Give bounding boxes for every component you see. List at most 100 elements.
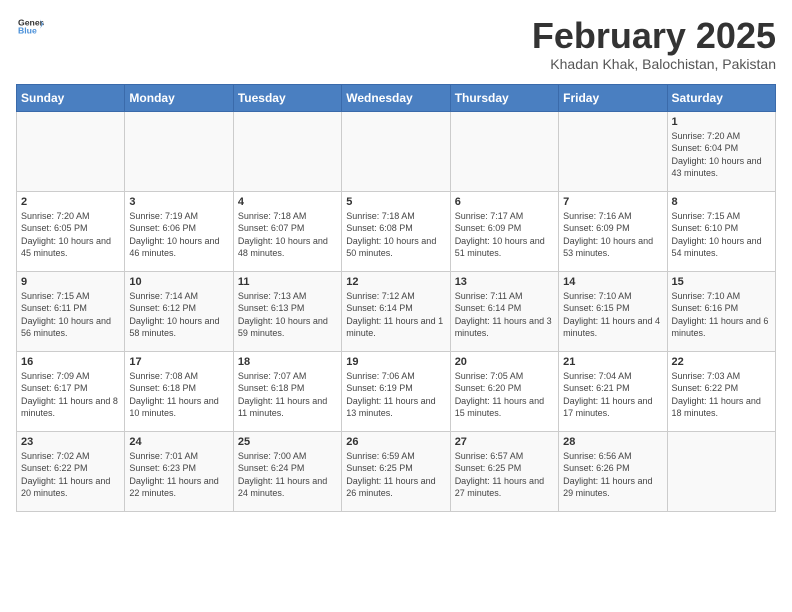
table-row: 10 Sunrise: 7:14 AM Sunset: 6:12 PM Dayli… — [125, 271, 233, 351]
day-info: Sunrise: 6:59 AM Sunset: 6:25 PM Dayligh… — [346, 450, 445, 500]
table-row: 17 Sunrise: 7:08 AM Sunset: 6:18 PM Dayli… — [125, 351, 233, 431]
day-number: 15 — [672, 276, 771, 288]
day-info: Sunrise: 7:17 AM Sunset: 6:09 PM Dayligh… — [455, 210, 554, 260]
day-info: Sunrise: 7:02 AM Sunset: 6:22 PM Dayligh… — [21, 450, 120, 500]
day-info: Sunrise: 7:20 AM Sunset: 6:05 PM Dayligh… — [21, 210, 120, 260]
day-info: Sunrise: 7:15 AM Sunset: 6:11 PM Dayligh… — [21, 290, 120, 340]
calendar-week-row: 23 Sunrise: 7:02 AM Sunset: 6:22 PM Dayli… — [17, 431, 776, 511]
day-number: 6 — [455, 196, 554, 208]
table-row: 20Sunrise: 7:05 AM Sunset: 6:20 PM Dayli… — [450, 351, 558, 431]
table-row: 14 Sunrise: 7:10 AM Sunset: 6:15 PM Dayli… — [559, 271, 667, 351]
table-row: 11 Sunrise: 7:13 AM Sunset: 6:13 PM Dayli… — [233, 271, 341, 351]
day-info: Sunrise: 7:12 AM Sunset: 6:14 PM Dayligh… — [346, 290, 445, 340]
day-number: 11 — [238, 276, 337, 288]
table-row: 9 Sunrise: 7:15 AM Sunset: 6:11 PM Daylig… — [17, 271, 125, 351]
day-info: Sunrise: 7:11 AM Sunset: 6:14 PM Dayligh… — [455, 290, 554, 340]
logo: General Blue — [16, 16, 44, 36]
table-row: 28 Sunrise: 6:56 AM Sunset: 6:26 PM Dayli… — [559, 431, 667, 511]
day-number: 24 — [129, 436, 228, 448]
table-row: 12 Sunrise: 7:12 AM Sunset: 6:14 PM Dayli… — [342, 271, 450, 351]
col-sunday: Sunday — [17, 84, 125, 111]
table-row — [342, 111, 450, 191]
table-row: 25 Sunrise: 7:00 AM Sunset: 6:24 PM Dayli… — [233, 431, 341, 511]
day-number: 9 — [21, 276, 120, 288]
day-number: 14 — [563, 276, 662, 288]
day-number: 16 — [21, 356, 120, 368]
table-row: 4Sunrise: 7:18 AM Sunset: 6:07 PM Daylig… — [233, 191, 341, 271]
col-friday: Friday — [559, 84, 667, 111]
day-number: 13 — [455, 276, 554, 288]
day-info: Sunrise: 7:10 AM Sunset: 6:16 PM Dayligh… — [672, 290, 771, 340]
table-row: 15 Sunrise: 7:10 AM Sunset: 6:16 PM Dayli… — [667, 271, 775, 351]
day-info: Sunrise: 7:04 AM Sunset: 6:21 PM Dayligh… — [563, 370, 662, 420]
col-monday: Monday — [125, 84, 233, 111]
day-info: Sunrise: 7:20 AM Sunset: 6:04 PM Dayligh… — [672, 130, 771, 180]
day-number: 7 — [563, 196, 662, 208]
table-row: 1 Sunrise: 7:20 AM Sunset: 6:04 PM Daylig… — [667, 111, 775, 191]
day-number: 2 — [21, 196, 120, 208]
calendar-header-row: Sunday Monday Tuesday Wednesday Thursday… — [17, 84, 776, 111]
calendar-table: Sunday Monday Tuesday Wednesday Thursday… — [16, 84, 776, 512]
calendar-week-row: 1 Sunrise: 7:20 AM Sunset: 6:04 PM Daylig… — [17, 111, 776, 191]
table-row — [559, 111, 667, 191]
table-row: 8Sunrise: 7:15 AM Sunset: 6:10 PM Daylig… — [667, 191, 775, 271]
day-number: 28 — [563, 436, 662, 448]
day-info: Sunrise: 6:56 AM Sunset: 6:26 PM Dayligh… — [563, 450, 662, 500]
day-info: Sunrise: 7:01 AM Sunset: 6:23 PM Dayligh… — [129, 450, 228, 500]
day-number: 3 — [129, 196, 228, 208]
day-number: 12 — [346, 276, 445, 288]
day-info: Sunrise: 7:03 AM Sunset: 6:22 PM Dayligh… — [672, 370, 771, 420]
col-thursday: Thursday — [450, 84, 558, 111]
day-info: Sunrise: 7:08 AM Sunset: 6:18 PM Dayligh… — [129, 370, 228, 420]
calendar-week-row: 9 Sunrise: 7:15 AM Sunset: 6:11 PM Daylig… — [17, 271, 776, 351]
calendar-week-row: 16 Sunrise: 7:09 AM Sunset: 6:17 PM Dayli… — [17, 351, 776, 431]
day-number: 21 — [563, 356, 662, 368]
day-number: 5 — [346, 196, 445, 208]
page-header: General Blue February 2025 Khadan Khak, … — [16, 16, 776, 72]
day-info: Sunrise: 7:18 AM Sunset: 6:07 PM Dayligh… — [238, 210, 337, 260]
day-info: Sunrise: 7:18 AM Sunset: 6:08 PM Dayligh… — [346, 210, 445, 260]
table-row: 3 Sunrise: 7:19 AM Sunset: 6:06 PM Daylig… — [125, 191, 233, 271]
day-number: 25 — [238, 436, 337, 448]
calendar-week-row: 2 Sunrise: 7:20 AM Sunset: 6:05 PM Daylig… — [17, 191, 776, 271]
day-info: Sunrise: 7:09 AM Sunset: 6:17 PM Dayligh… — [21, 370, 120, 420]
table-row — [17, 111, 125, 191]
table-row: 24 Sunrise: 7:01 AM Sunset: 6:23 PM Dayli… — [125, 431, 233, 511]
day-info: Sunrise: 7:13 AM Sunset: 6:13 PM Dayligh… — [238, 290, 337, 340]
table-row: 13 Sunrise: 7:11 AM Sunset: 6:14 PM Dayli… — [450, 271, 558, 351]
day-number: 22 — [672, 356, 771, 368]
day-info: Sunrise: 7:19 AM Sunset: 6:06 PM Dayligh… — [129, 210, 228, 260]
day-info: Sunrise: 7:07 AM Sunset: 6:18 PM Dayligh… — [238, 370, 337, 420]
logo-icon: General Blue — [16, 16, 44, 36]
table-row: 5 Sunrise: 7:18 AM Sunset: 6:08 PM Daylig… — [342, 191, 450, 271]
day-info: Sunrise: 7:14 AM Sunset: 6:12 PM Dayligh… — [129, 290, 228, 340]
col-saturday: Saturday — [667, 84, 775, 111]
day-info: Sunrise: 7:05 AM Sunset: 6:20 PM Dayligh… — [455, 370, 554, 420]
day-number: 19 — [346, 356, 445, 368]
table-row: 23 Sunrise: 7:02 AM Sunset: 6:22 PM Dayli… — [17, 431, 125, 511]
day-number: 17 — [129, 356, 228, 368]
day-number: 10 — [129, 276, 228, 288]
day-number: 23 — [21, 436, 120, 448]
table-row: 22 Sunrise: 7:03 AM Sunset: 6:22 PM Dayli… — [667, 351, 775, 431]
day-info: Sunrise: 7:06 AM Sunset: 6:19 PM Dayligh… — [346, 370, 445, 420]
table-row: 26 Sunrise: 6:59 AM Sunset: 6:25 PM Dayli… — [342, 431, 450, 511]
day-number: 1 — [672, 116, 771, 128]
day-info: Sunrise: 6:57 AM Sunset: 6:25 PM Dayligh… — [455, 450, 554, 500]
calendar-subtitle: Khadan Khak, Balochistan, Pakistan — [532, 56, 776, 72]
table-row: 27 Sunrise: 6:57 AM Sunset: 6:25 PM Dayli… — [450, 431, 558, 511]
day-number: 18 — [238, 356, 337, 368]
table-row — [450, 111, 558, 191]
table-row: 18 Sunrise: 7:07 AM Sunset: 6:18 PM Dayli… — [233, 351, 341, 431]
table-row: 6 Sunrise: 7:17 AM Sunset: 6:09 PM Daylig… — [450, 191, 558, 271]
table-row: 2 Sunrise: 7:20 AM Sunset: 6:05 PM Daylig… — [17, 191, 125, 271]
table-row — [125, 111, 233, 191]
table-row: 21 Sunrise: 7:04 AM Sunset: 6:21 PM Dayli… — [559, 351, 667, 431]
svg-text:Blue: Blue — [18, 25, 37, 35]
day-info: Sunrise: 7:10 AM Sunset: 6:15 PM Dayligh… — [563, 290, 662, 340]
day-number: 27 — [455, 436, 554, 448]
day-number: 26 — [346, 436, 445, 448]
table-row: 19 Sunrise: 7:06 AM Sunset: 6:19 PM Dayli… — [342, 351, 450, 431]
day-info: Sunrise: 7:00 AM Sunset: 6:24 PM Dayligh… — [238, 450, 337, 500]
table-row — [667, 431, 775, 511]
